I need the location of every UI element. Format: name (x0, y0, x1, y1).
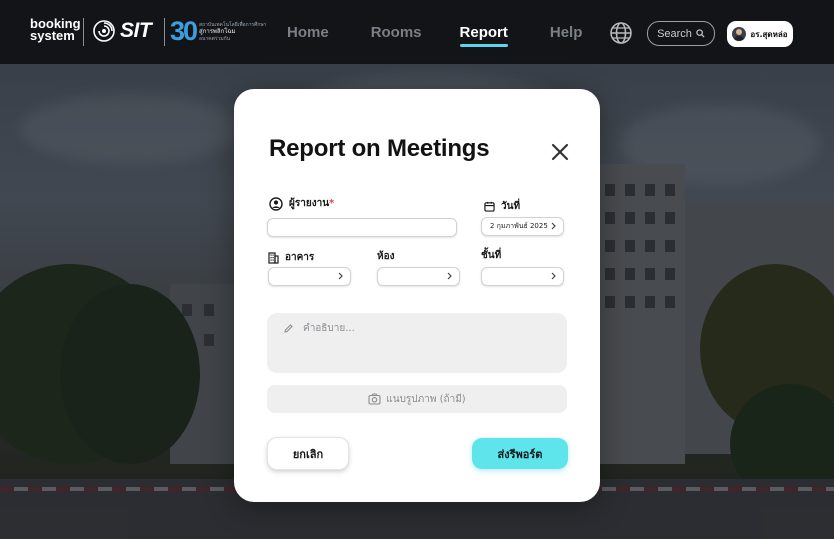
date-label-text: วันที่ (501, 201, 521, 212)
reporter-input[interactable] (267, 218, 457, 237)
date-label: วันที่ (484, 199, 520, 214)
camera-icon (368, 393, 381, 405)
floor-label-text: ชั้นที่ (481, 250, 502, 261)
description-textarea[interactable]: คำอธิบาย... (267, 313, 567, 373)
sit-logo: SIT (92, 19, 152, 43)
anniversary-logo: 30 สถาบันเทคโนโลยีเพื่อการศึกษา สู่การพล… (170, 16, 267, 47)
anniversary-number: 30 (170, 16, 198, 46)
chevron-right-icon (447, 272, 452, 280)
avatar (732, 27, 747, 41)
close-icon[interactable] (550, 142, 570, 162)
date-value: 2 กุมภาพันธ์ 2025 (490, 222, 548, 230)
chevron-right-icon (551, 272, 556, 280)
submit-report-button[interactable]: ส่งรีพอร์ต (472, 438, 568, 469)
floor-label: ชั้นที่ (481, 248, 501, 263)
floor-select[interactable] (481, 267, 564, 286)
user-profile-button[interactable]: อร.สุดหล่อ (727, 21, 793, 47)
globe-icon[interactable] (609, 21, 633, 45)
required-mark: * (329, 198, 335, 209)
description-placeholder: คำอธิบาย... (303, 323, 355, 334)
pencil-icon (284, 324, 293, 333)
navbar-divider (164, 18, 165, 46)
attach-photo-button[interactable]: แนบรูปภาพ (ถ้ามี) (267, 385, 567, 413)
chevron-right-icon (338, 272, 343, 280)
search-icon (696, 29, 705, 38)
top-navbar: booking system SIT 30 สถาบันเทคโนโลยีเพื… (0, 0, 834, 64)
nav-link-home[interactable]: Home (287, 0, 329, 64)
cancel-label: ยกเลิก (292, 447, 324, 461)
room-select[interactable] (377, 267, 460, 286)
report-modal: Report on Meetings ผู้รายงาน* วันที่ 2 ก… (234, 89, 600, 502)
nav-link-report[interactable]: Report (459, 0, 509, 64)
building-label-text: อาคาร (285, 252, 315, 263)
nav-link-rooms[interactable]: Rooms (371, 0, 422, 64)
building-icon (268, 251, 279, 264)
anniversary-line-3: อนาคตร่วมกัน (199, 35, 231, 42)
sit-swirl-icon (93, 20, 115, 42)
attach-photo-label: แนบรูปภาพ (ถ้ามี) (386, 393, 466, 405)
reporter-label: ผู้รายงาน* (269, 196, 334, 211)
calendar-icon (484, 201, 495, 212)
modal-title: Report on Meetings (269, 135, 490, 162)
chevron-right-icon (551, 222, 556, 230)
room-label: ห้อง (377, 249, 394, 264)
room-label-text: ห้อง (377, 251, 395, 262)
nav-links: Home Rooms Report Help (287, 0, 582, 64)
anniversary-line-1: สถาบันเทคโนโลยีเพื่อการศึกษา (199, 21, 267, 28)
user-circle-icon (269, 196, 283, 211)
building-label: อาคาร (268, 250, 314, 265)
brand-logo[interactable]: booking system (30, 17, 81, 43)
search-button[interactable]: Search (647, 21, 715, 46)
sit-logo-text: SIT (120, 19, 152, 42)
anniversary-line-2: สู่การพลิกโฉม (199, 27, 236, 35)
building-select[interactable] (268, 267, 351, 286)
navbar-divider (83, 18, 84, 46)
search-label: Search (657, 27, 692, 40)
cancel-button[interactable]: ยกเลิก (267, 437, 349, 470)
nav-link-help[interactable]: Help (550, 0, 583, 64)
brand-line-2: system (30, 28, 75, 43)
user-name: อร.สุดหล่อ (750, 29, 788, 39)
reporter-label-text: ผู้รายงาน (289, 198, 330, 209)
date-picker[interactable]: 2 กุมภาพันธ์ 2025 (481, 217, 564, 236)
submit-label: ส่งรีพอร์ต (497, 447, 543, 461)
